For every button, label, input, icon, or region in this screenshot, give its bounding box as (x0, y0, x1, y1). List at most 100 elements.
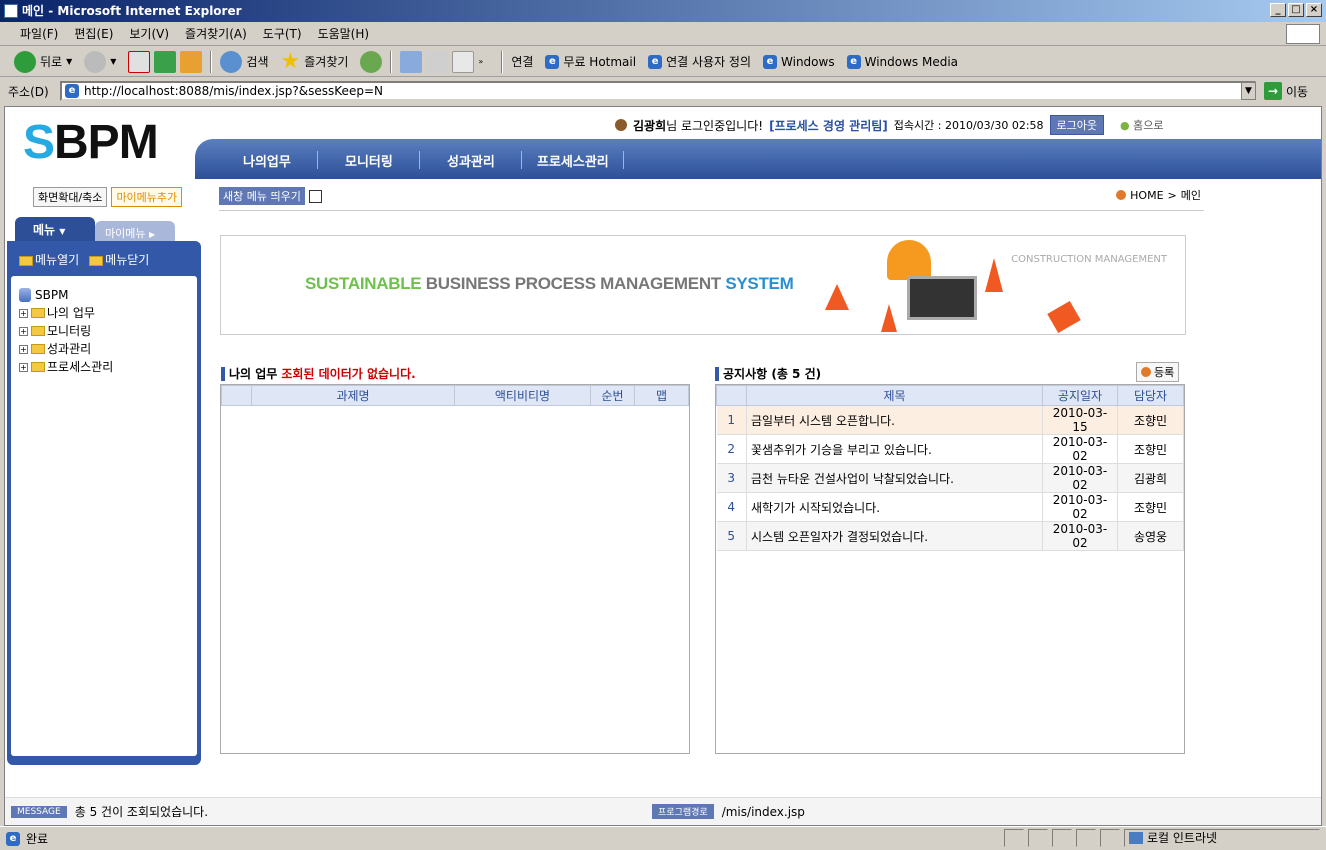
menu-view[interactable]: 보기(V) (129, 25, 169, 42)
row-number: 2 (716, 434, 747, 464)
expand-icon[interactable]: + (19, 344, 28, 354)
notice-subject[interactable]: 시스템 오픈일자가 결정되었습니다. (746, 521, 1043, 551)
nav-my-work[interactable]: 나의업무 (243, 151, 291, 170)
back-button[interactable]: 뒤로 ▼ (14, 50, 72, 73)
more-chevron-icon[interactable]: » (478, 57, 483, 66)
home-link-label: 홈으로 (1133, 119, 1164, 132)
menu-favorites[interactable]: 즐겨찾기(A) (185, 25, 247, 42)
table-row[interactable]: 1 금일부터 시스템 오픈합니다. 2010-03-15 조향민 (716, 405, 1184, 435)
status-pane (1052, 829, 1072, 847)
refresh-icon[interactable] (154, 50, 177, 73)
nav-performance[interactable]: 성과관리 (447, 151, 495, 170)
dropdown-arrow-icon[interactable]: ▼ (66, 57, 72, 66)
search-button[interactable]: 검색 (220, 50, 269, 73)
go-arrow-icon: → (1264, 82, 1282, 100)
tree-item-monitoring[interactable]: + 모니터링 (19, 322, 189, 340)
notice-owner: 조향민 (1117, 405, 1184, 435)
table-row[interactable]: 5 시스템 오픈일자가 결정되었습니다. 2010-03-02 송영웅 (716, 521, 1184, 551)
link-windows[interactable]: e Windows (763, 54, 835, 69)
edit-icon[interactable] (452, 50, 475, 73)
folder-icon (31, 344, 45, 354)
add-mymenu-button[interactable]: 마이메뉴추가 (111, 187, 183, 207)
notice-subject[interactable]: 꽃샘추위가 기승을 부리고 있습니다. (746, 434, 1043, 464)
expand-icon[interactable]: + (19, 308, 28, 318)
tab-mymenu[interactable]: 마이메뉴 ▶ (95, 221, 175, 241)
expand-icon[interactable]: + (19, 326, 28, 336)
search-label: 검색 (246, 55, 269, 69)
table-row[interactable]: 3 금천 뉴타운 건설사업이 낙찰되었습니다. 2010-03-02 김광희 (716, 463, 1184, 493)
hard-hat-icon (887, 240, 931, 280)
status-pane (1028, 829, 1048, 847)
col-header-map[interactable]: 맵 (634, 385, 689, 406)
tree-item-label: 모니터링 (47, 324, 92, 338)
dropdown-arrow-icon[interactable]: ▼ (110, 57, 116, 66)
banner-tagline: SUSTAINABLE BUSINESS PROCESS MANAGEMENT … (305, 274, 794, 294)
tree-root[interactable]: SBPM (19, 286, 189, 304)
register-button[interactable]: 등록 (1136, 362, 1180, 382)
nav-separator (521, 151, 522, 169)
forward-arrow-icon (84, 50, 107, 73)
tree-item-my-work[interactable]: + 나의 업무 (19, 304, 189, 322)
new-window-option: 새창 메뉴 띄우기 (219, 187, 322, 205)
mail-icon[interactable] (400, 50, 423, 73)
expand-icon[interactable]: + (19, 362, 28, 372)
menu-file[interactable]: 파일(F) (20, 25, 58, 42)
tab-menu[interactable]: 메뉴 ▼ (15, 217, 95, 241)
logout-button[interactable]: 로그아웃 (1049, 115, 1105, 135)
menu-help[interactable]: 도움말(H) (318, 25, 370, 42)
user-icon (615, 119, 627, 131)
address-input[interactable]: e http://localhost:8088/mis/index.jsp?&s… (60, 81, 1256, 101)
tree-item-performance[interactable]: + 성과관리 (19, 340, 189, 358)
zoom-button[interactable]: 화면확대/축소 (33, 187, 108, 207)
print-icon[interactable] (426, 50, 449, 73)
forward-button[interactable]: ▼ (84, 50, 116, 73)
home-link[interactable]: ● 홈으로 (1120, 117, 1163, 133)
history-icon[interactable] (360, 50, 383, 73)
notice-subject[interactable]: 새학기가 시작되었습니다. (746, 492, 1043, 522)
link-windows-media[interactable]: e Windows Media (846, 54, 959, 69)
window-title: 메인 - Microsoft Internet Explorer (22, 4, 242, 18)
notice-subject[interactable]: 금일부터 시스템 오픈합니다. (746, 405, 1043, 435)
status-pane (1004, 829, 1024, 847)
notice-date: 2010-03-15 (1042, 405, 1118, 435)
link-label: Windows Media (864, 54, 959, 69)
notice-subject[interactable]: 금천 뉴타운 건설사업이 낙찰되었습니다. (746, 463, 1043, 493)
breadcrumb-separator: > (1167, 188, 1177, 202)
home-icon[interactable] (180, 50, 203, 73)
menu-edit[interactable]: 편집(E) (74, 25, 113, 42)
address-dropdown-icon[interactable]: ▼ (1241, 82, 1256, 100)
open-menu-button[interactable]: 메뉴열기 (19, 251, 79, 268)
go-button[interactable]: → 이동 (1264, 82, 1308, 100)
table-row[interactable]: 4 새학기가 시작되었습니다. 2010-03-02 조향민 (716, 492, 1184, 522)
menu-tools[interactable]: 도구(T) (263, 25, 302, 42)
close-button[interactable]: × (1306, 3, 1322, 17)
sbpm-logo[interactable]: SBPM (23, 115, 159, 170)
tab-menu-label: 메뉴 (33, 223, 56, 237)
mywork-header: 나의 업무 조회된 데이터가 없습니다. (221, 365, 416, 382)
favorites-button[interactable]: ★ 즐겨찾기 (281, 49, 349, 74)
links-label: 연결 (511, 55, 534, 69)
windows-logo-icon (1286, 24, 1320, 44)
link-customize[interactable]: e 연결 사용자 정의 (648, 53, 751, 70)
stop-icon[interactable] (128, 50, 151, 73)
col-header-owner[interactable]: 담당자 (1117, 385, 1184, 406)
zone-label: 로컬 인트라넷 (1147, 831, 1218, 845)
tree-item-process[interactable]: + 프로세스관리 (19, 358, 189, 376)
col-header-activity[interactable]: 액티비티명 (454, 385, 591, 406)
nav-monitoring[interactable]: 모니터링 (345, 151, 393, 170)
maximize-button[interactable]: □ (1288, 3, 1304, 17)
notice-owner: 송영웅 (1117, 521, 1184, 551)
col-header-subject[interactable]: 제목 (746, 385, 1043, 406)
minimize-button[interactable]: _ (1270, 3, 1286, 17)
close-menu-button[interactable]: 메뉴닫기 (89, 251, 149, 268)
col-header-seq[interactable]: 순번 (590, 385, 635, 406)
new-window-checkbox[interactable] (308, 189, 322, 203)
col-header-task[interactable]: 과제명 (251, 385, 455, 406)
table-row[interactable]: 2 꽃샘추위가 기승을 부리고 있습니다. 2010-03-02 조향민 (716, 434, 1184, 464)
link-hotmail[interactable]: e 무료 Hotmail (545, 53, 636, 70)
breadcrumb-home[interactable]: HOME (1130, 189, 1163, 202)
nav-process[interactable]: 프로세스관리 (537, 151, 609, 170)
nav-separator (623, 151, 624, 169)
col-header-date[interactable]: 공지일자 (1042, 385, 1118, 406)
breadcrumb-home-icon (1116, 190, 1127, 200)
